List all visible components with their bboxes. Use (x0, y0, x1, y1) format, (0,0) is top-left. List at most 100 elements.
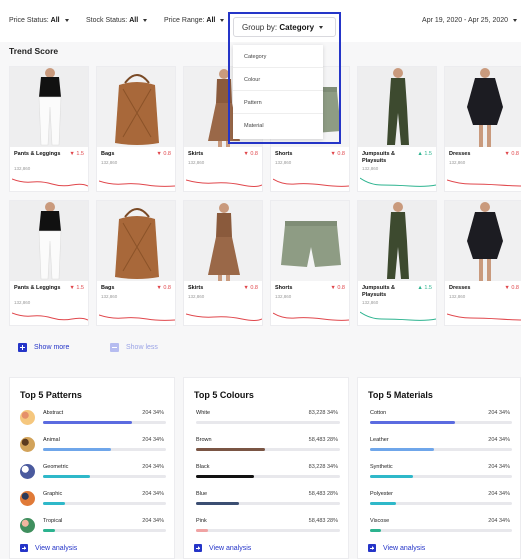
view-analysis-link[interactable]: View analysis (194, 544, 251, 552)
list-item[interactable]: Viscose 204 34% (358, 516, 520, 544)
pattern-swatch-icon (20, 437, 35, 452)
trend-change-value: 1.5 (424, 285, 432, 291)
trend-sparkline (186, 313, 262, 321)
row-label: Animal (43, 437, 60, 443)
card-category-name: Skirts (188, 285, 204, 291)
card-item-count: 132,860 (362, 166, 379, 171)
trend-card[interactable]: Bags ▼ 0.8 132,860 (96, 66, 176, 192)
progress-track (196, 421, 340, 424)
list-item[interactable]: Animal 204 34% (10, 435, 174, 463)
card-trend-change: ▲ 1.5 (417, 151, 432, 157)
date-range-value: Apr 19, 2020 - Apr 25, 2020 (422, 17, 509, 24)
date-range-picker[interactable]: Apr 19, 2020 - Apr 25, 2020 (422, 17, 517, 24)
trend-score-heading: Trend Score (9, 46, 59, 56)
trend-card[interactable]: Pants & Leggings ▼ 1.5 132,860 (9, 66, 89, 192)
card-category-name: Jumpsuits & Playsuits (362, 151, 396, 164)
card-item-count: 132,860 (101, 294, 118, 299)
card-trend-change: ▼ 0.8 (156, 285, 171, 291)
trend-card[interactable]: Shorts ▼ 0.8 132,860 (270, 200, 350, 326)
trend-card[interactable]: Jumpsuits & Playsuits ▲ 1.5 132,860 (357, 200, 437, 326)
view-analysis-link[interactable]: View analysis (368, 544, 425, 552)
row-value: 204 34% (488, 491, 510, 497)
trend-sparkline (447, 313, 521, 321)
trend-card[interactable]: Jumpsuits & Playsuits ▲ 1.5 132,860 (357, 66, 437, 192)
view-analysis-label: View analysis (383, 544, 426, 552)
list-item[interactable]: Tropical 204 34% (10, 516, 174, 544)
stock-status-label: Stock Status: (86, 17, 128, 24)
row-label: Cotton (370, 410, 387, 416)
trend-sparkline (447, 179, 521, 187)
progress-track (196, 475, 340, 478)
pattern-swatch-icon (20, 491, 35, 506)
product-image (97, 67, 175, 147)
list-item[interactable]: Graphic 204 34% (10, 489, 174, 517)
trend-card[interactable]: Pants & Leggings ▼ 1.5 132,860 (9, 200, 89, 326)
show-more-label: Show more (34, 344, 70, 352)
trend-card[interactable]: Dresses ▼ 0.8 132,860 (444, 66, 521, 192)
price-status-filter[interactable]: Price Status: All (9, 17, 69, 24)
trend-card[interactable]: Dresses ▼ 0.8 132,860 (444, 200, 521, 326)
list-item[interactable]: Pink 58,483 28% (184, 516, 348, 544)
row-label: Geometric (43, 464, 69, 470)
card-trend-change: ▼ 0.8 (504, 151, 519, 157)
row-value: 58,483 28% (308, 491, 338, 497)
view-analysis-link[interactable]: View analysis (20, 544, 77, 552)
menu-item-colour[interactable]: Colour (233, 68, 323, 91)
progress-fill (43, 448, 111, 451)
card-item-count: 132,860 (188, 160, 205, 165)
card-category-name: Shorts (275, 151, 293, 157)
top-colours-panel: Top 5 Colours White 83,228 34% Brown 58,483 … (183, 377, 349, 559)
list-item[interactable]: Geometric 204 34% (10, 462, 174, 490)
progress-fill (196, 529, 208, 532)
progress-track (370, 421, 512, 424)
row-value: 204 34% (142, 437, 164, 443)
list-item[interactable]: Brown 58,483 28% (184, 435, 348, 463)
top-patterns-panel: Top 5 Patterns Abstract 204 34% Animal 204 3… (9, 377, 175, 559)
list-item[interactable]: Abstract 204 34% (10, 408, 174, 436)
card-trend-change: ▼ 0.8 (330, 151, 345, 157)
show-less-button[interactable]: Show less (110, 343, 158, 352)
card-trend-change: ▼ 0.8 (243, 285, 258, 291)
progress-fill (196, 448, 266, 451)
chevron-down-icon (143, 18, 148, 22)
show-more-button[interactable]: Show more (18, 343, 69, 352)
trend-change-value: 0.8 (511, 285, 519, 291)
trend-change-value: 1.5 (76, 151, 84, 157)
row-value: 204 34% (488, 464, 510, 470)
stock-status-value: All (129, 17, 139, 24)
progress-track (43, 448, 166, 451)
trend-change-value: 1.5 (76, 285, 84, 291)
card-category-name: Dresses (449, 285, 471, 291)
card-category-name: Bags (101, 151, 115, 157)
view-analysis-label: View analysis (35, 544, 78, 552)
row-value: 204 34% (142, 518, 164, 524)
chevron-down-icon (319, 26, 324, 30)
list-item[interactable]: Leather 204 34% (358, 435, 520, 463)
list-item[interactable]: Polyester 204 34% (358, 489, 520, 517)
product-image (445, 67, 521, 147)
arrow-right-icon (368, 544, 376, 552)
menu-item-pattern[interactable]: Pattern (233, 91, 323, 114)
panel-title: Top 5 Colours (194, 390, 254, 400)
minus-icon (110, 343, 119, 352)
stock-status-filter[interactable]: Stock Status: All (86, 17, 148, 24)
row-value: 204 34% (142, 464, 164, 470)
list-item[interactable]: Black 83,228 34% (184, 462, 348, 490)
view-analysis-label: View analysis (209, 544, 252, 552)
trend-card[interactable]: Bags ▼ 0.8 132,860 (96, 200, 176, 326)
progress-track (43, 421, 166, 424)
list-item[interactable]: White 83,228 34% (184, 408, 348, 436)
list-item[interactable]: Cotton 204 34% (358, 408, 520, 436)
list-item[interactable]: Blue 58,483 28% (184, 489, 348, 517)
group-by-dropdown[interactable]: Group by: Category (233, 17, 336, 37)
row-label: Abstract (43, 410, 64, 416)
trend-card[interactable]: Skirts ▼ 0.8 132,860 (183, 200, 263, 326)
price-range-filter[interactable]: Price Range: All (164, 17, 225, 24)
menu-item-category[interactable]: Category (233, 45, 323, 68)
trend-change-value: 0.8 (163, 151, 171, 157)
list-item[interactable]: Synthetic 204 34% (358, 462, 520, 490)
menu-item-material[interactable]: Material (233, 114, 323, 137)
row-value: 58,483 28% (308, 437, 338, 443)
panel-title: Top 5 Materials (368, 390, 433, 400)
progress-track (196, 529, 340, 532)
